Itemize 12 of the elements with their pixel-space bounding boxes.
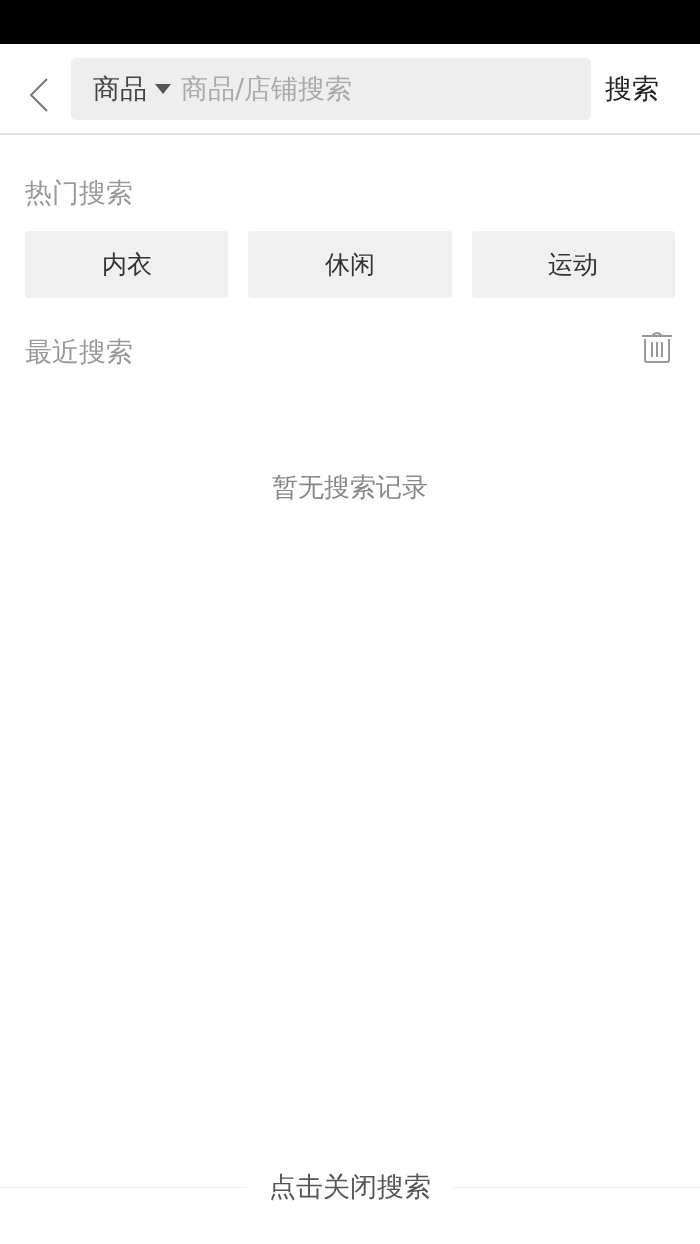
hot-search-tag[interactable]: 运动	[471, 231, 675, 298]
back-icon	[29, 77, 49, 112]
search-button[interactable]: 搜索	[591, 70, 659, 107]
section-title: 热门搜索	[25, 177, 133, 208]
category-dropdown[interactable]: 商品	[93, 70, 171, 107]
hot-search-tag[interactable]: 内衣	[25, 231, 229, 298]
empty-message: 暂无搜索记录	[272, 472, 428, 502]
trash-icon[interactable]	[641, 329, 673, 363]
search-field[interactable]: 商品 商品/店铺搜索	[71, 57, 591, 120]
section-title: 最近搜索	[25, 335, 133, 369]
hot-search-tag[interactable]: 休闲	[248, 231, 452, 298]
caret-icon	[155, 83, 171, 94]
